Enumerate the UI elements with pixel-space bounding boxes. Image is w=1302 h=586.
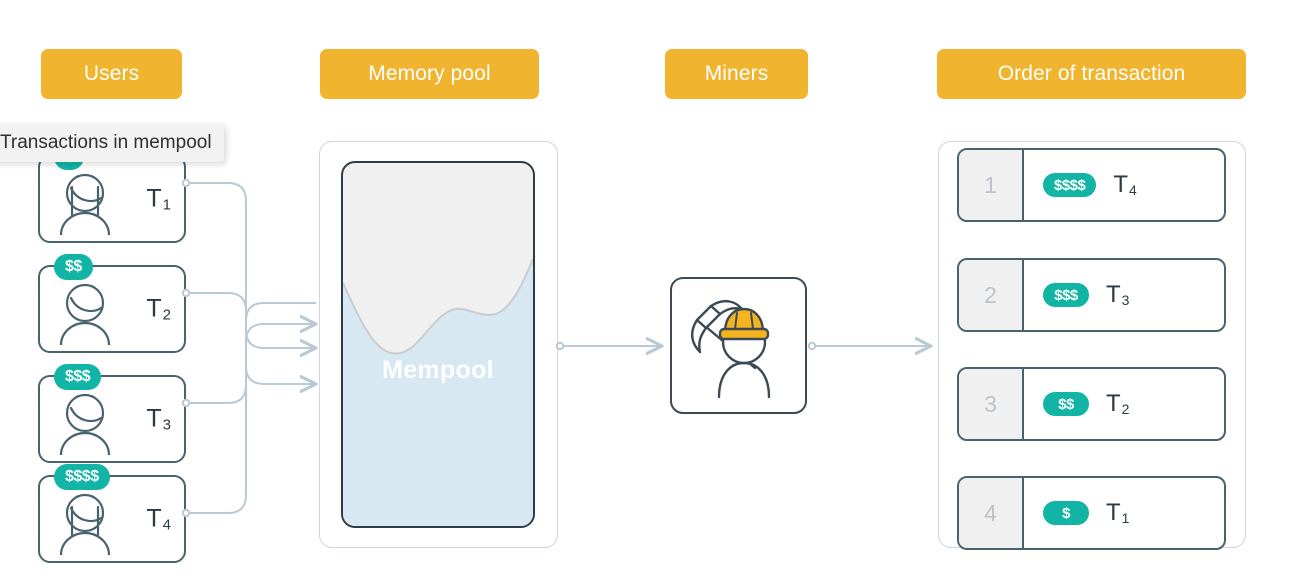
transaction-label: T1 [146,184,171,214]
transaction-label: T3 [146,404,171,434]
fee-badge: $$$ [1043,283,1089,307]
mempool-liquid [343,258,533,526]
transaction-label: T4 [1113,171,1137,198]
miner-icon-box[interactable] [670,277,807,414]
fee-badge: $$ [54,254,93,280]
table-row[interactable]: 2 $$$ T3 [957,258,1226,332]
transaction-label: T2 [1106,390,1130,417]
avatar-long-hair-icon [59,493,111,555]
row-body: $$$ T3 [1024,260,1224,330]
user-card[interactable]: $$$$ T4 [38,464,186,563]
header-memory-pool: Memory pool [320,49,539,99]
table-row[interactable]: 1 $$$$ T4 [957,148,1226,222]
transaction-label: T3 [1106,281,1130,308]
transaction-label: T2 [146,294,171,324]
avatar-short-hair-icon [59,283,111,345]
fee-badge: $$$$ [1043,173,1097,197]
fee-badge: $$ [1043,392,1089,416]
row-body: $$$$ T4 [1024,150,1224,220]
user-card[interactable]: $ T1 [38,144,186,243]
avatar-long-hair-icon [59,173,111,235]
fee-badge: $ [1043,501,1089,525]
fee-badge: $$$$ [54,464,110,490]
rank-cell: 2 [959,260,1024,330]
header-miners: Miners [665,49,808,99]
diagram-canvas: Users Memory pool Miners Order of transa… [0,0,1302,586]
user-card[interactable]: $$ T2 [38,254,186,353]
mempool-container: Mempool [341,161,535,528]
transaction-label: T1 [1106,499,1130,526]
rank-cell: 3 [959,369,1024,439]
rank-cell: 4 [959,478,1024,548]
row-body: $ T1 [1024,478,1224,548]
user-card[interactable]: $$$ T3 [38,364,186,463]
table-row[interactable]: 3 $$ T2 [957,367,1226,441]
row-body: $$ T2 [1024,369,1224,439]
table-row[interactable]: 4 $ T1 [957,476,1226,550]
tooltip-transactions-in-mempool: Transactions in mempool [0,124,224,162]
header-users: Users [41,49,182,99]
fee-badge: $$$ [54,364,102,390]
miner-with-pickaxe-icon [690,299,771,399]
rank-cell: 1 [959,150,1024,220]
avatar-short-hair-icon [59,393,111,455]
header-order-of-transaction: Order of transaction [937,49,1246,99]
transaction-label: T4 [146,504,171,534]
